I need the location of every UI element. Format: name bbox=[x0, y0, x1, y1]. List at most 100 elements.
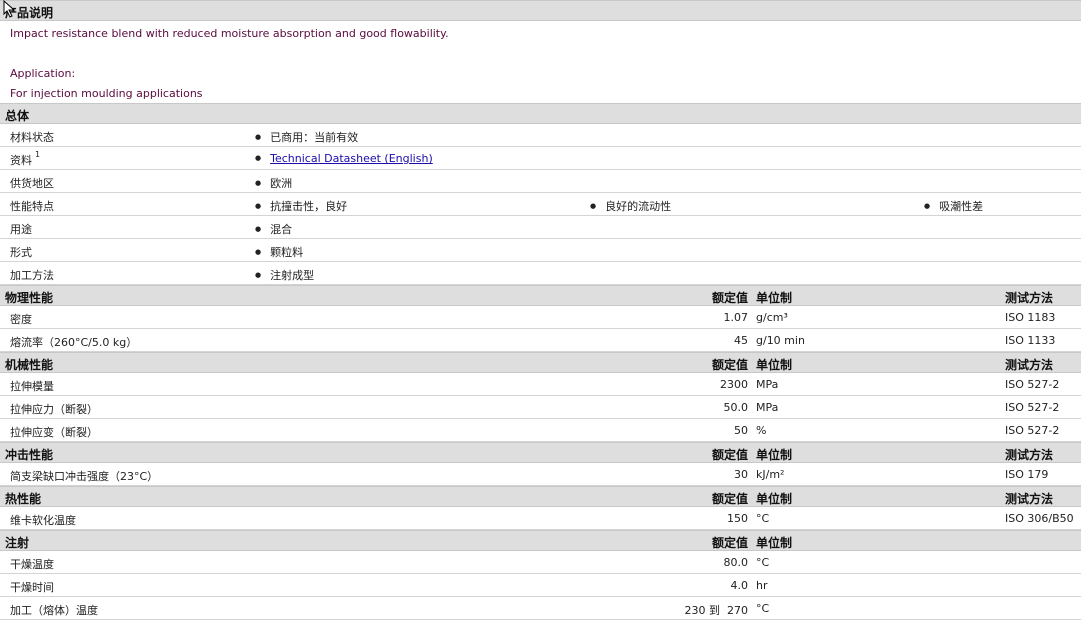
column-header-unit: 单位制 bbox=[756, 291, 793, 305]
application-label: Application: bbox=[10, 67, 76, 80]
unit-value: °C bbox=[756, 602, 770, 615]
row-label: 简支梁缺口冲击强度（23°C） bbox=[10, 470, 159, 483]
nominal-value: 230 到 270 bbox=[684, 604, 748, 617]
bullet-value: 颗粒料 bbox=[255, 244, 303, 260]
table-row: 用途 混合 bbox=[0, 216, 1081, 239]
bullet-value: Technical Datasheet (English) bbox=[255, 152, 433, 165]
column-header-unit: 单位制 bbox=[756, 358, 793, 372]
row-label: 加工（熔体）温度 bbox=[10, 604, 98, 617]
unit-value: kJ/m² bbox=[756, 468, 785, 481]
unit-value: hr bbox=[756, 579, 768, 592]
column-header-nominal: 额定值 bbox=[711, 358, 748, 372]
test-method: ISO 1183 bbox=[1005, 311, 1056, 324]
footnote-marker: 1 bbox=[35, 150, 41, 159]
row-label: 加工方法 bbox=[10, 269, 54, 282]
column-header-nominal: 额定值 bbox=[711, 536, 748, 550]
table-row: 拉伸应变（断裂） 50 % ISO 527-2 bbox=[0, 419, 1081, 442]
column-header-test-method: 测试方法 bbox=[1005, 291, 1054, 305]
table-row: 供货地区 欧洲 bbox=[0, 170, 1081, 193]
column-header-nominal: 额定值 bbox=[711, 448, 748, 462]
row-label: 形式 bbox=[10, 246, 32, 259]
unit-value: °C bbox=[756, 556, 770, 569]
table-row: 密度 1.07 g/cm³ ISO 1183 bbox=[0, 306, 1081, 329]
section-header-physical: 物理性能 额定值 单位制 测试方法 bbox=[0, 285, 1081, 306]
bullet-value: 注射成型 bbox=[255, 267, 314, 283]
datasheet-page: 产品说明 Impact resistance blend with reduce… bbox=[0, 0, 1081, 620]
nominal-value: 80.0 bbox=[723, 556, 749, 569]
nominal-value: 2300 bbox=[720, 378, 748, 391]
column-header-nominal: 额定值 bbox=[711, 291, 748, 305]
table-row: 形式 颗粒料 bbox=[0, 239, 1081, 262]
row-label: 拉伸应变（断裂） bbox=[10, 426, 98, 439]
column-header-test-method: 测试方法 bbox=[1005, 448, 1054, 462]
unit-value: % bbox=[756, 424, 767, 437]
column-header-test-method: 测试方法 bbox=[1005, 358, 1054, 372]
row-label: 密度 bbox=[10, 313, 32, 326]
row-label: 干燥温度 bbox=[10, 558, 54, 571]
test-method: ISO 1133 bbox=[1005, 334, 1056, 347]
table-row: 材料状态 已商用：当前有效 bbox=[0, 124, 1081, 147]
row-label: 拉伸模量 bbox=[10, 380, 54, 393]
section-header-thermal: 热性能 额定值 单位制 测试方法 bbox=[0, 486, 1081, 507]
table-row: 加工（熔体）温度 230 到 270 °C bbox=[0, 597, 1081, 620]
application-text: For injection moulding applications bbox=[10, 87, 203, 100]
section-title: 注射 bbox=[5, 536, 30, 550]
test-method: ISO 306/B50 bbox=[1005, 512, 1074, 525]
section-header-product-description: 产品说明 bbox=[0, 0, 1081, 21]
test-method: ISO 527-2 bbox=[1005, 378, 1060, 391]
column-header-nominal: 额定值 bbox=[711, 492, 748, 506]
bullet-value: 混合 bbox=[255, 221, 292, 237]
test-method: ISO 527-2 bbox=[1005, 401, 1060, 414]
section-header-mechanical: 机械性能 额定值 单位制 测试方法 bbox=[0, 352, 1081, 373]
table-row: 维卡软化温度 150 °C ISO 306/B50 bbox=[0, 507, 1081, 530]
table-row: 熔流率（260°C/5.0 kg） 45 g/10 min ISO 1133 bbox=[0, 329, 1081, 352]
section-header-injection: 注射 额定值 单位制 bbox=[0, 530, 1081, 551]
table-row: 简支梁缺口冲击强度（23°C） 30 kJ/m² ISO 179 bbox=[0, 463, 1081, 486]
unit-value: MPa bbox=[756, 401, 779, 414]
row-label: 材料状态 bbox=[10, 131, 54, 144]
row-label: 用途 bbox=[10, 223, 32, 236]
row-label: 性能特点 bbox=[10, 200, 54, 213]
nominal-value: 150 bbox=[727, 512, 748, 525]
column-header-unit: 单位制 bbox=[756, 536, 793, 550]
bullet-value: 欧洲 bbox=[255, 175, 292, 191]
test-method: ISO 527-2 bbox=[1005, 424, 1060, 437]
bullet-value: 已商用：当前有效 bbox=[255, 129, 358, 145]
bullet-value: 抗撞击性，良好 bbox=[255, 198, 347, 214]
nominal-value: 50.0 bbox=[723, 401, 749, 414]
table-row: 加工方法 注射成型 bbox=[0, 262, 1081, 285]
row-label: 资料 1 bbox=[10, 150, 41, 167]
bullet-value: 吸潮性差 bbox=[924, 198, 983, 214]
section-title: 冲击性能 bbox=[5, 448, 54, 462]
column-header-unit: 单位制 bbox=[756, 448, 793, 462]
table-row: 资料1 Technical Datasheet (English) bbox=[0, 147, 1081, 170]
mouse-pointer-icon bbox=[3, 0, 16, 18]
row-label: 拉伸应力（断裂） bbox=[10, 403, 98, 416]
section-title: 热性能 bbox=[5, 492, 42, 506]
row-label: 干燥时间 bbox=[10, 581, 54, 594]
nominal-value: 50 bbox=[734, 424, 748, 437]
section-title: 机械性能 bbox=[5, 358, 54, 372]
row-label: 熔流率（260°C/5.0 kg） bbox=[10, 336, 138, 349]
unit-value: g/10 min bbox=[756, 334, 805, 347]
section-title: 物理性能 bbox=[5, 291, 54, 305]
product-description-block: Impact resistance blend with reduced moi… bbox=[0, 21, 1081, 103]
column-header-unit: 单位制 bbox=[756, 492, 793, 506]
table-row: 拉伸应力（断裂） 50.0 MPa ISO 527-2 bbox=[0, 396, 1081, 419]
technical-datasheet-link[interactable]: Technical Datasheet (English) bbox=[270, 152, 433, 165]
test-method: ISO 179 bbox=[1005, 468, 1049, 481]
table-row: 拉伸模量 2300 MPa ISO 527-2 bbox=[0, 373, 1081, 396]
nominal-value: 45 bbox=[734, 334, 748, 347]
section-header-impact: 冲击性能 额定值 单位制 测试方法 bbox=[0, 442, 1081, 463]
row-label: 维卡软化温度 bbox=[10, 514, 76, 527]
table-row: 性能特点 抗撞击性，良好 良好的流动性 吸潮性差 bbox=[0, 193, 1081, 216]
bullet-value: 良好的流动性 bbox=[590, 198, 671, 214]
section-header-general: 总体 bbox=[0, 103, 1081, 124]
nominal-value: 4.0 bbox=[730, 579, 749, 592]
section-title: 总体 bbox=[5, 109, 30, 123]
unit-value: °C bbox=[756, 512, 770, 525]
column-header-test-method: 测试方法 bbox=[1005, 492, 1054, 506]
unit-value: MPa bbox=[756, 378, 779, 391]
unit-value: g/cm³ bbox=[756, 311, 788, 324]
table-row: 干燥温度 80.0 °C bbox=[0, 551, 1081, 574]
